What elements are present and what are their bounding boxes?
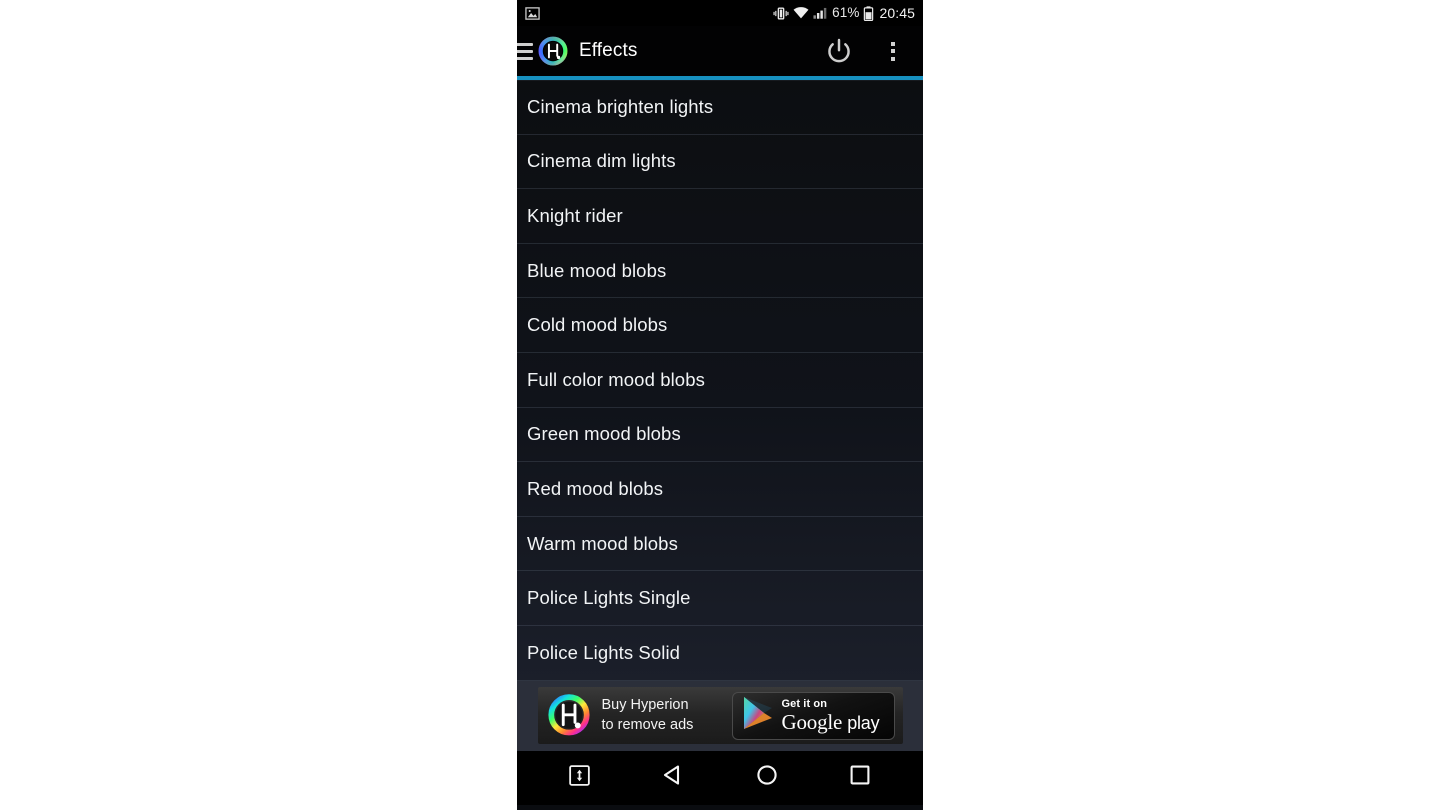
play-word: play — [847, 712, 880, 733]
effect-label: Red mood blobs — [527, 477, 664, 499]
hamburger-menu-icon[interactable] — [517, 40, 535, 62]
overflow-menu-icon[interactable] — [883, 38, 903, 64]
hyperion-logo-icon — [546, 693, 592, 739]
wifi-icon — [793, 6, 809, 20]
google-word: Google — [781, 709, 843, 734]
effect-label: Police Lights Solid — [527, 641, 681, 663]
effect-label: Cinema dim lights — [527, 150, 676, 172]
ad-copy: Buy Hyperion to remove ads — [602, 696, 694, 735]
buy-hyperion-ad-banner[interactable]: Buy Hyperion to remove ads Get it on Goo… — [537, 687, 903, 745]
google-play-top-label: Get it on — [781, 697, 828, 710]
battery-icon — [863, 5, 874, 21]
effect-label: Blue mood blobs — [527, 259, 667, 281]
hyperion-logo-icon — [538, 36, 568, 66]
phone-screen: 61% 20:45 Effects Cinema brighten lights… — [517, 0, 923, 810]
recents-square-icon — [847, 762, 873, 793]
list-item[interactable]: Police Lights Single — [517, 571, 923, 626]
google-play-badge[interactable]: Get it on Google play — [731, 691, 895, 740]
list-item[interactable]: Red mood blobs — [517, 462, 923, 517]
effect-label: Police Lights Single — [527, 587, 691, 609]
screenshot-frame: 61% 20:45 Effects Cinema brighten lights… — [0, 0, 1440, 810]
app-bar-actions — [825, 37, 917, 65]
google-play-wordmark: Get it on Google play — [781, 697, 880, 734]
status-bar-indicators: 61% 20:45 — [773, 5, 915, 21]
page-title: Effects — [579, 40, 638, 61]
ad-line-1: Buy Hyperion — [601, 696, 689, 713]
list-item[interactable]: Green mood blobs — [517, 408, 923, 463]
list-item[interactable]: Cold mood blobs — [517, 298, 923, 353]
status-bar-notifications — [525, 6, 540, 21]
effect-label: Green mood blobs — [527, 423, 681, 445]
status-bar: 61% 20:45 — [517, 0, 923, 26]
list-item[interactable]: Full color mood blobs — [517, 353, 923, 408]
recents-button[interactable] — [839, 757, 881, 799]
list-item[interactable]: Blue mood blobs — [517, 244, 923, 299]
image-notification-icon — [525, 6, 540, 21]
back-button[interactable] — [652, 757, 694, 799]
ad-line-2: to remove ads — [601, 716, 694, 733]
list-item[interactable]: Police Lights Solid — [517, 626, 923, 681]
list-item[interactable]: Warm mood blobs — [517, 517, 923, 572]
google-play-triangle-icon — [741, 695, 775, 736]
list-item[interactable]: Cinema dim lights — [517, 135, 923, 190]
keyboard-switch-icon — [569, 764, 591, 791]
home-circle-icon — [754, 762, 780, 793]
effects-list: Cinema brighten lights Cinema dim lights… — [517, 80, 923, 681]
effect-label: Warm mood blobs — [527, 532, 678, 554]
effect-label: Knight rider — [527, 204, 623, 226]
list-item[interactable]: Knight rider — [517, 189, 923, 244]
clock-label: 20:45 — [879, 5, 915, 21]
app-bar: Effects — [517, 26, 923, 76]
ime-switcher-button[interactable] — [559, 757, 601, 799]
navigation-bar — [517, 750, 923, 805]
battery-percent-label: 61% — [832, 5, 860, 21]
effect-label: Cinema brighten lights — [527, 96, 714, 118]
vibrate-icon — [773, 6, 789, 21]
list-item[interactable]: Cinema brighten lights — [517, 80, 923, 135]
google-play-brand-label: Google play — [781, 709, 880, 734]
effect-label: Full color mood blobs — [527, 368, 705, 390]
ad-zone: Buy Hyperion to remove ads Get it on Goo… — [517, 680, 923, 751]
home-button[interactable] — [746, 757, 788, 799]
effect-label: Cold mood blobs — [527, 314, 668, 336]
back-triangle-icon — [660, 762, 686, 793]
power-icon[interactable] — [825, 37, 853, 65]
cellular-signal-icon — [813, 6, 828, 20]
